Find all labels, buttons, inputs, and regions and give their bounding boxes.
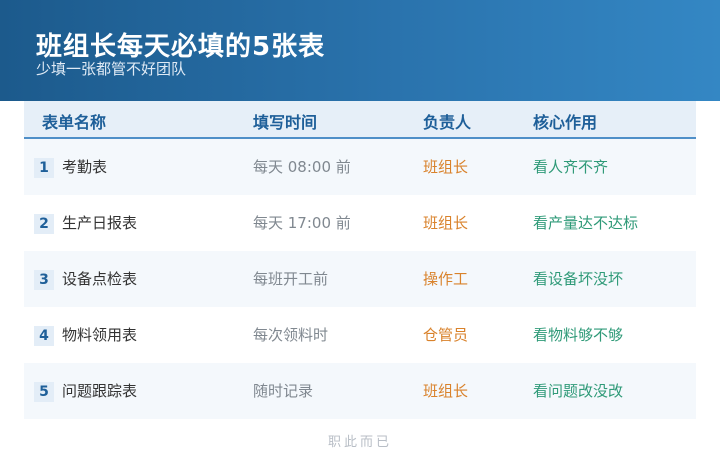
fill-time: 每天 08:00 前	[253, 158, 351, 176]
purpose: 看物料够不够	[533, 326, 624, 344]
fill-time: 每天 17:00 前	[253, 214, 351, 232]
purpose: 看人齐不齐	[533, 158, 609, 176]
purpose: 看问题改没改	[533, 382, 624, 400]
fill-time: 每次领料时	[253, 326, 329, 344]
footer-watermark: 职此而已	[327, 435, 392, 450]
column-header-form-name: 表单名称	[42, 113, 107, 132]
forms-table: 表单名称 填写时间 负责人 核心作用 1 考勤表 每天 08:00 前 班组长 …	[24, 101, 696, 419]
column-header-purpose: 核心作用	[533, 113, 598, 132]
row-number-badge: 4	[34, 326, 54, 346]
column-header-fill-time: 填写时间	[253, 113, 318, 132]
row-number-badge: 3	[34, 270, 54, 290]
table-body: 1 考勤表 每天 08:00 前 班组长 看人齐不齐 2 生产日报表 每天 17…	[24, 139, 696, 419]
form-name: 物料领用表	[62, 326, 138, 344]
owner: 仓管员	[423, 326, 469, 344]
table-row: 4 物料领用表 每次领料时 仓管员 看物料够不够	[24, 307, 696, 363]
form-name: 生产日报表	[62, 214, 138, 232]
table-row: 3 设备点检表 每班开工前 操作工 看设备坏没坏	[24, 251, 696, 307]
table-row: 2 生产日报表 每天 17:00 前 班组长 看产量达不达标	[24, 195, 696, 251]
owner: 班组长	[423, 158, 469, 176]
purpose: 看产量达不达标	[533, 214, 639, 232]
row-number-badge: 2	[34, 214, 54, 234]
owner: 班组长	[423, 382, 469, 400]
table-header: 表单名称 填写时间 负责人 核心作用	[24, 101, 696, 139]
form-name: 问题跟踪表	[62, 382, 138, 400]
table-row: 5 问题跟踪表 随时记录 班组长 看问题改没改	[24, 363, 696, 419]
row-number-badge: 5	[34, 382, 54, 402]
owner: 班组长	[423, 214, 469, 232]
row-number-badge: 1	[34, 158, 54, 178]
form-name: 考勤表	[62, 158, 108, 176]
fill-time: 每班开工前	[253, 270, 329, 288]
purpose: 看设备坏没坏	[533, 270, 624, 288]
header-banner: 班组长每天必填的5张表 少填一张都管不好团队	[0, 0, 720, 101]
page-subtitle: 少填一张都管不好团队	[36, 60, 187, 78]
owner: 操作工	[423, 270, 469, 288]
table-row: 1 考勤表 每天 08:00 前 班组长 看人齐不齐	[24, 139, 696, 195]
form-name: 设备点检表	[62, 270, 138, 288]
column-header-owner: 负责人	[423, 113, 472, 132]
fill-time: 随时记录	[253, 382, 314, 400]
